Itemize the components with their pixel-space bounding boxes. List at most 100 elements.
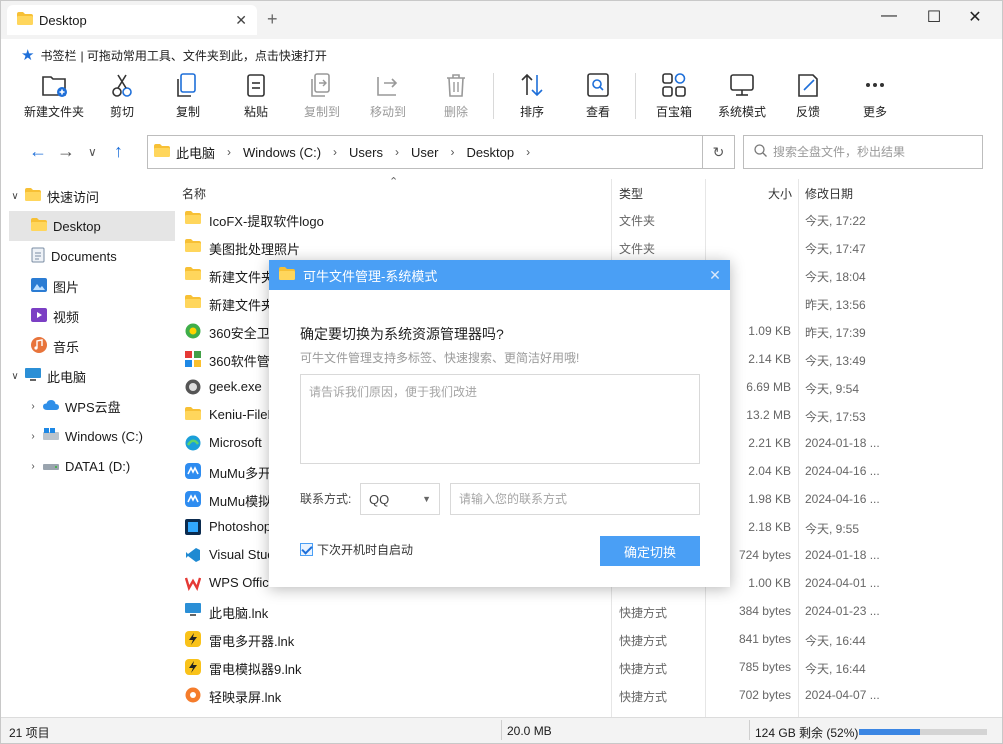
sort-icon (521, 73, 543, 97)
tab-desktop[interactable]: Desktop ✕ (7, 5, 257, 35)
dialog-close-icon[interactable]: ✕ (700, 267, 730, 284)
breadcrumb-chevron-icon[interactable]: › (333, 145, 337, 159)
view-icon (587, 73, 609, 97)
toolbar-button[interactable]: 百宝箱 (641, 69, 707, 120)
picture-icon (31, 277, 47, 295)
new-tab-button[interactable]: + (267, 9, 278, 30)
refresh-icon[interactable]: ↻ (703, 135, 735, 169)
contact-type-select[interactable]: QQ ▼ (360, 483, 440, 515)
breadcrumb-chevron-icon[interactable]: › (526, 145, 530, 159)
title-bar: Desktop ✕ + — ☐ ✕ (1, 1, 1002, 39)
total-size: 20.0 MB (507, 724, 552, 738)
reason-input[interactable] (300, 374, 700, 464)
sidebar-label: 快速访问 (47, 189, 100, 205)
toolbar-button[interactable]: 新建文件夹 (21, 69, 87, 120)
sidebar-item-pictures[interactable]: 图片 (9, 271, 175, 301)
column-type[interactable]: 类型 (619, 185, 643, 202)
maximize-button[interactable]: ☐ (912, 7, 956, 27)
toolbar-button[interactable]: 反馈 (775, 69, 841, 120)
contact-input[interactable] (450, 483, 700, 515)
breadcrumb-segment[interactable]: Desktop (466, 145, 514, 160)
toolbar-button[interactable]: 粘贴 (223, 69, 289, 120)
file-row[interactable]: IcoFX-提取软件logo 文件夹 今天, 17:22 (177, 205, 1002, 233)
file-name: geek.exe (209, 379, 262, 394)
confirm-switch-button[interactable]: 确定切换 (600, 536, 700, 566)
file-row[interactable]: 此电脑.lnk 快捷方式 384 bytes 2024-01-23 ... (177, 597, 1002, 625)
toolbar-button[interactable]: 查看 (565, 69, 631, 120)
computer-icon (25, 367, 41, 385)
back-arrow-icon[interactable]: ← (29, 141, 47, 162)
checkbox-checked-icon[interactable] (300, 543, 313, 556)
bookmark-bar: ★ 书签栏 | 可拖动常用工具、文件夹到此，点击快速打开 (21, 45, 327, 65)
file-row[interactable]: 雷电模拟器9.lnk 快捷方式 785 bytes 今天, 16:44 (177, 653, 1002, 681)
expand-arrow-icon[interactable]: › (27, 461, 39, 472)
file-type: 快捷方式 (619, 690, 668, 704)
file-date: 2024-04-07 ... (805, 688, 880, 702)
breadcrumb-segment[interactable]: Users (349, 145, 383, 160)
autostart-checkbox[interactable]: 下次开机时自启动 (300, 541, 413, 558)
breadcrumb-chevron-icon[interactable]: › (227, 145, 231, 159)
sidebar-item-drive-d[interactable]: › DATA1 (D:) (9, 451, 175, 481)
breadcrumb-segment[interactable]: Windows (C:) (243, 145, 321, 160)
minimize-button[interactable]: — (867, 7, 911, 25)
toolbar-button[interactable]: 剪切 (89, 69, 155, 120)
file-row[interactable]: 轻映录屏.lnk 快捷方式 702 bytes 2024-04-07 ... (177, 681, 1002, 709)
search-box[interactable] (743, 135, 983, 169)
column-size[interactable]: 大小 (768, 185, 792, 202)
folder-icon (31, 218, 47, 234)
toolbar-button[interactable]: 复制 (155, 69, 221, 120)
sidebar-item-documents[interactable]: Documents (9, 241, 175, 271)
file-name: IcoFX-提取软件logo (209, 214, 324, 229)
column-date[interactable]: 修改日期 (805, 185, 853, 202)
file-name: 轻映录屏.lnk (209, 690, 282, 705)
breadcrumb-segment[interactable]: User (411, 145, 438, 160)
file-row[interactable]: 美图批处理照片 文件夹 今天, 17:47 (177, 233, 1002, 261)
sidebar-label: 图片 (53, 279, 80, 295)
toolbar-button[interactable]: 更多 (842, 69, 908, 120)
history-chevron-icon[interactable]: ∨ (88, 145, 97, 159)
sidebar-quick-access[interactable]: ∨ 快速访问 (9, 181, 175, 211)
sidebar-label: Documents (51, 248, 117, 264)
toolbar-button[interactable]: 排序 (499, 69, 565, 120)
expand-chevron-icon[interactable]: ∨ (9, 191, 21, 202)
file-size: 384 bytes (738, 604, 791, 618)
forward-arrow-icon[interactable]: → (57, 141, 75, 162)
sidebar-item-desktop[interactable]: Desktop (9, 211, 175, 241)
toolbar-button-label: 复制到 (303, 105, 340, 119)
sidebar-this-pc[interactable]: ∨ 此电脑 (9, 361, 175, 391)
toolbar-button[interactable]: 移动到 (355, 69, 421, 120)
shortcut-360soft-icon (185, 351, 201, 370)
toolbox-icon (662, 73, 686, 97)
sidebar-item-music[interactable]: 音乐 (9, 331, 175, 361)
status-divider (749, 720, 750, 740)
sidebar-item-wps-cloud[interactable]: › WPS云盘 (9, 391, 175, 421)
expand-arrow-icon[interactable]: › (27, 431, 39, 442)
tab-close-icon[interactable]: ✕ (235, 12, 247, 29)
up-arrow-icon[interactable]: ↑ (114, 141, 123, 162)
breadcrumb-chevron-icon[interactable]: › (450, 145, 454, 159)
toolbar-button[interactable]: 删除 (423, 69, 489, 120)
expand-chevron-icon[interactable]: ∨ (9, 371, 21, 382)
file-size: 2.18 KB (748, 520, 791, 534)
feedback-icon (798, 74, 818, 97)
expand-arrow-icon[interactable]: › (27, 401, 39, 412)
sidebar-item-drive-c[interactable]: › Windows (C:) (9, 421, 175, 451)
close-window-button[interactable]: ✕ (953, 7, 997, 27)
search-input[interactable] (773, 145, 973, 159)
address-bar[interactable]: 此电脑 › Windows (C:) › Users › User › Desktop › (147, 135, 703, 169)
file-size: 2.14 KB (748, 352, 791, 366)
file-row[interactable]: 雷电多开器.lnk 快捷方式 841 bytes 今天, 16:44 (177, 625, 1002, 653)
bookmark-label[interactable]: 书签栏 (40, 47, 76, 64)
sidebar-label: 视频 (53, 309, 80, 325)
column-name[interactable]: 名称 (182, 185, 206, 202)
sidebar-item-videos[interactable]: 视频 (9, 301, 175, 331)
toolbar-button[interactable]: 复制到 (289, 69, 355, 120)
toolbar-button-label: 系统模式 (717, 105, 766, 119)
breadcrumb-segment[interactable]: 此电脑 (176, 143, 215, 162)
file-date: 2024-01-18 ... (805, 548, 880, 562)
breadcrumb-chevron-icon[interactable]: › (395, 145, 399, 159)
file-name: 此电脑.lnk (209, 606, 269, 621)
toolbar-button[interactable]: 系统模式 (709, 69, 775, 120)
file-size: 702 bytes (738, 688, 791, 702)
windows-drive-icon (43, 427, 59, 445)
